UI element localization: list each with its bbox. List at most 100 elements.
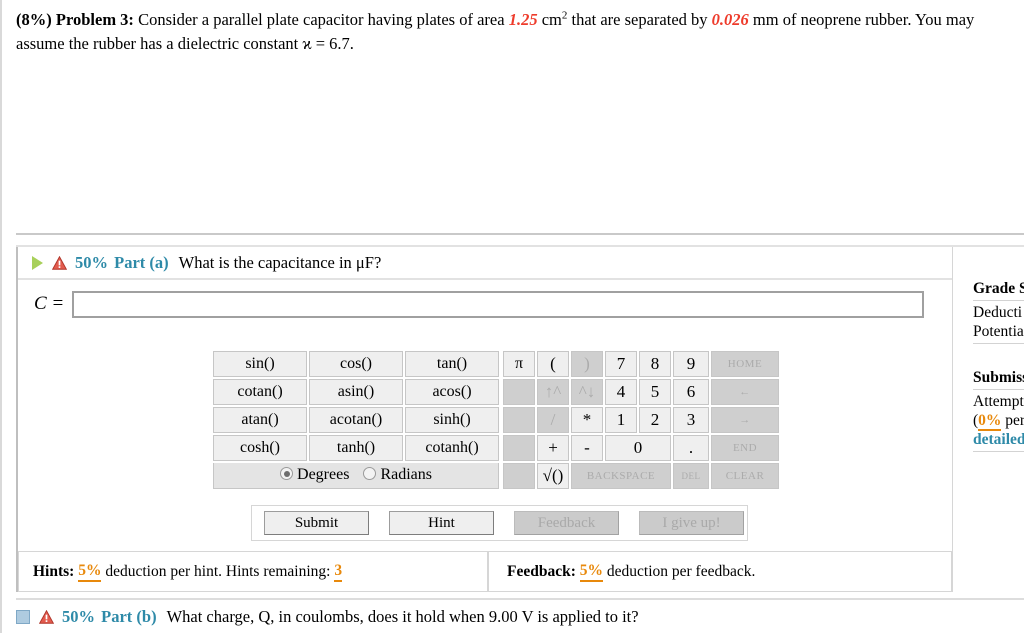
keypad-row: √() BACKSPACE DEL CLEAR: [503, 463, 779, 489]
angle-mode-row: Degrees Radians: [213, 463, 499, 489]
feedback-button: Feedback: [514, 511, 619, 535]
keypad-key-powerminusdown: ^↓: [571, 379, 603, 405]
part-a-percent: 50%: [75, 252, 108, 272]
keypad-key-end: END: [711, 435, 779, 461]
calculator-keypad: sin() cos() tan() cotan() asin() acos() atan()…: [211, 349, 781, 491]
grade-summary-heading: Grade S: [973, 280, 1024, 297]
submit-button[interactable]: Submit: [264, 511, 369, 535]
keypad-key-0[interactable]: 0: [605, 435, 671, 461]
part-b-title: Part (b): [101, 606, 157, 626]
hints-deduction-percent: 5%: [78, 562, 102, 582]
hint-button[interactable]: Hint: [389, 511, 494, 535]
keypad-key-pi[interactable]: π: [503, 351, 535, 377]
keypad-key-3[interactable]: 3: [673, 407, 709, 433]
keypad-key-spacer: [503, 407, 535, 433]
submissions-heading: Submiss: [973, 369, 1024, 386]
keypad-row: / * 1 2 3 →: [503, 407, 779, 433]
part-b-percent: 50%: [62, 606, 95, 626]
degrees-radio[interactable]: [280, 467, 294, 480]
keypad-function-row: atan() acotan() sinh(): [213, 407, 499, 433]
keypad-function-row: cotan() asin() acos(): [213, 379, 499, 405]
part-a-question: What is the capacitance in μF?: [178, 252, 382, 272]
answer-input[interactable]: [72, 290, 925, 318]
keypad-key-decimal[interactable]: .: [673, 435, 709, 461]
per-attempt-rest: per: [1001, 412, 1024, 429]
part-a-label: 50% Part (a): [75, 253, 169, 273]
keypad-key-divide: /: [537, 407, 569, 433]
hints-remaining-count: 3: [334, 562, 343, 582]
keypad-fn-cotan[interactable]: cotan(): [213, 379, 307, 405]
keypad-key-sqrt[interactable]: √(): [537, 463, 569, 489]
keypad-key-del: DEL: [673, 463, 709, 489]
keypad-fn-cos[interactable]: cos(): [309, 351, 403, 377]
keypad-row: ↑^ ^↓ 4 5 6 ←: [503, 379, 779, 405]
keypad-key-5[interactable]: 5: [639, 379, 671, 405]
keypad-fn-asin[interactable]: asin(): [309, 379, 403, 405]
hints-text: deduction per hint. Hints remaining:: [105, 562, 331, 580]
sidebar-divider-4: [973, 451, 1024, 452]
keypad-key-9[interactable]: 9: [673, 351, 709, 377]
keypad-key-openminusparen[interactable]: (: [537, 351, 569, 377]
keypad-key-7[interactable]: 7: [605, 351, 637, 377]
keypad-numeric: π() 7 8 9 HOME ↑^ ^↓ 4 5 6 ← / * 1 2 3 → + -0. END √() BACKSP…: [501, 349, 781, 491]
keypad-functions: sin() cos() tan() cotan() asin() acos() atan()…: [211, 349, 501, 463]
feedback-deduction-percent: 5%: [579, 562, 604, 582]
sidebar-divider-2: [973, 343, 1024, 344]
keypad-key-6[interactable]: 6: [673, 379, 709, 405]
detailed-view-link[interactable]: detailed: [973, 431, 1024, 449]
per-attempt-percent: 0%: [978, 412, 1002, 431]
problem-statement: (8%) Problem 3: Consider a parallel plat…: [16, 8, 1014, 56]
keypad-row: π() 7 8 9 HOME: [503, 351, 779, 377]
part-b-question: What charge, Q, in coulombs, does it hol…: [166, 606, 639, 626]
keypad-key-8[interactable]: 8: [639, 351, 671, 377]
feedback-text: deduction per feedback.: [606, 562, 756, 580]
keypad-key-plus[interactable]: +: [537, 435, 569, 461]
keypad-key-clear: CLEAR: [711, 463, 779, 489]
keypad-fn-acos[interactable]: acos(): [405, 379, 499, 405]
keypad-fn-atan[interactable]: atan(): [213, 407, 307, 433]
keypad-key-multiply[interactable]: *: [571, 407, 603, 433]
feedback-footer: Feedback: 5% deduction per feedback.: [488, 551, 952, 592]
part-b-label: 50% Part (b): [62, 607, 157, 627]
radians-label[interactable]: Radians: [380, 466, 432, 483]
part-a-header[interactable]: 50% Part (a) What is the capacitance in …: [18, 247, 952, 280]
problem-text-1: Consider a parallel plate capacitor havi…: [138, 10, 505, 29]
keypad-key-powerminusup: ↑^: [537, 379, 569, 405]
answer-variable-label: C =: [34, 293, 65, 314]
problem-area-unit: cm: [541, 10, 562, 29]
keypad-key-1[interactable]: 1: [605, 407, 637, 433]
keypad-key-rightminusarrow: →: [711, 407, 779, 433]
square-icon[interactable]: [16, 609, 30, 624]
attempts-line: Attempt: [973, 393, 1024, 410]
problem-separation-value: 0.026: [711, 10, 749, 29]
keypad-fn-tanh[interactable]: tanh(): [309, 435, 403, 461]
keypad-fn-cotanh[interactable]: cotanh(): [405, 435, 499, 461]
radians-radio[interactable]: [363, 467, 377, 480]
problem-label: Problem 3:: [55, 10, 134, 29]
keypad-fn-sin[interactable]: sin(): [213, 351, 307, 377]
potential-line: Potentia: [973, 323, 1024, 340]
keypad-row: + -0. END: [503, 435, 779, 461]
action-button-row: Submit Hint Feedback I give up!: [251, 505, 748, 541]
keypad-key-leftminusarrow: ←: [711, 379, 779, 405]
feedback-label: Feedback:: [507, 562, 576, 580]
part-b-header[interactable]: 50% Part (b) What charge, Q, in coulombs…: [16, 598, 1024, 633]
part-a-title: Part (a): [114, 252, 169, 272]
problem-text-2: that are separated by: [571, 10, 708, 29]
keypad-key-spacer: [503, 379, 535, 405]
degrees-label[interactable]: Degrees: [297, 466, 349, 483]
keypad-functions-body: sin() cos() tan() cotan() asin() acos() atan()…: [213, 351, 499, 461]
keypad-key-minus[interactable]: -: [571, 435, 603, 461]
keypad-key-2[interactable]: 2: [639, 407, 671, 433]
give-up-button: I give up!: [639, 511, 744, 535]
keypad-fn-cosh[interactable]: cosh(): [213, 435, 307, 461]
warning-icon: [39, 609, 54, 624]
keypad-key-4[interactable]: 4: [605, 379, 637, 405]
sidebar-divider: [973, 300, 1024, 301]
keypad-fn-acotan[interactable]: acotan(): [309, 407, 403, 433]
keypad-fn-tan[interactable]: tan(): [405, 351, 499, 377]
play-icon[interactable]: [32, 255, 43, 270]
keypad-key-spacer: [503, 435, 535, 461]
keypad-fn-sinh[interactable]: sinh(): [405, 407, 499, 433]
